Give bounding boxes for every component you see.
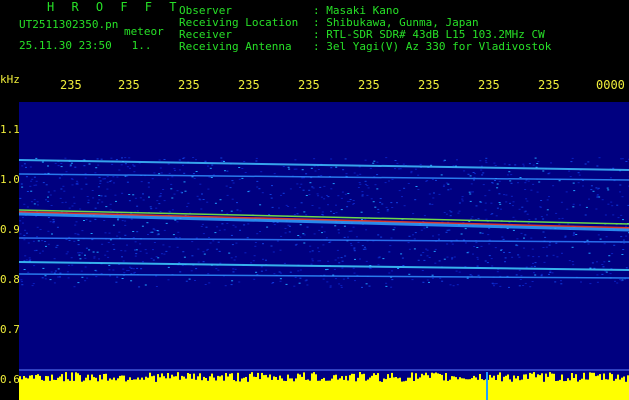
x-tick-label: 235	[538, 78, 560, 92]
y-tick-label: 1.1	[0, 123, 20, 136]
x-tick-label: 235	[358, 78, 380, 92]
noise-band	[19, 372, 629, 400]
y-tick-label: 0.7	[0, 323, 20, 336]
app-title: H R O F F T	[47, 0, 182, 14]
detection-tag: meteor	[124, 25, 164, 38]
x-tick-label: 0000	[596, 78, 625, 92]
spectrogram-panel	[19, 102, 629, 400]
timestamp: 25.11.30 23:50 1..	[19, 39, 152, 52]
x-tick-label: 235	[298, 78, 320, 92]
y-tick-label: 1.0	[0, 173, 20, 186]
x-tick-label: 235	[418, 78, 440, 92]
x-tick-label: 235	[118, 78, 140, 92]
antenna-label: Receiving Antenna	[179, 40, 292, 53]
x-tick-label: 235	[478, 78, 500, 92]
file-name: UT2511302350.pn	[19, 18, 119, 31]
y-axis-unit: kHz	[0, 73, 20, 86]
spectrogram	[19, 157, 629, 400]
signal-trace	[19, 173, 629, 181]
x-tick-label: 235	[178, 78, 200, 92]
signal-trace	[19, 211, 629, 229]
x-tick-label: 235	[238, 78, 260, 92]
y-tick-label: 0.6	[0, 373, 20, 386]
y-tick-label: 0.9	[0, 223, 20, 236]
signal-trace	[19, 261, 629, 271]
x-tick-label: 235	[60, 78, 82, 92]
y-tick-label: 0.8	[0, 273, 20, 286]
antenna-value: : 3el Yagi(V) Az 330 for Vladivostok	[313, 40, 552, 53]
